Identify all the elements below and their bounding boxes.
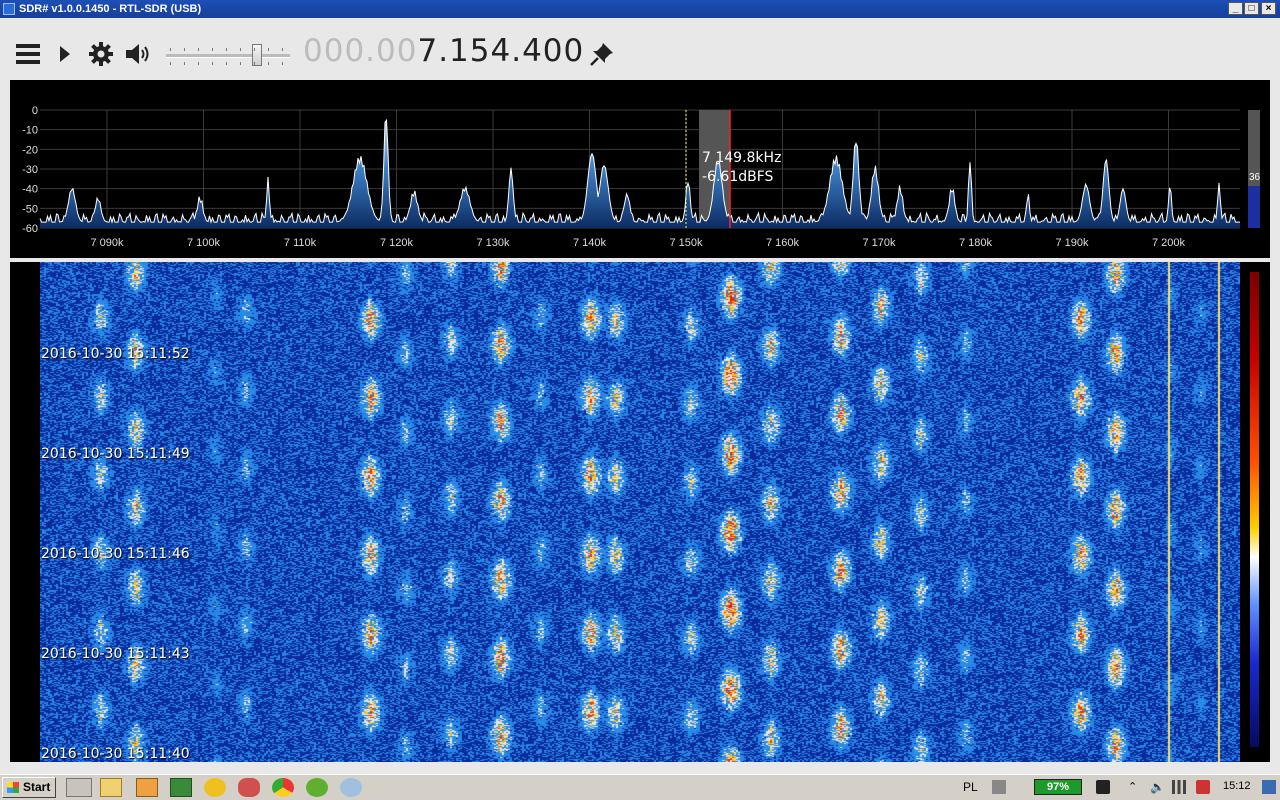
keyboard-icon[interactable] bbox=[992, 780, 1006, 794]
clock-app-icon[interactable] bbox=[204, 778, 226, 797]
waterfall-timestamp: 2016-10-30 15:11:52 bbox=[41, 346, 190, 362]
waterfall-timestamp: 2016-10-30 15:11:46 bbox=[41, 546, 190, 562]
volume-slider[interactable] bbox=[166, 40, 290, 70]
maximize-button[interactable]: □ bbox=[1244, 2, 1259, 15]
power-plug-icon[interactable] bbox=[1096, 780, 1110, 794]
waterfall-panel[interactable]: 2016-10-30 15:11:52 2016-10-30 15:11:49 … bbox=[10, 262, 1270, 762]
app-icon bbox=[3, 3, 15, 15]
x-tick-label: 7 180k bbox=[959, 237, 993, 249]
cursor-readout: 7 149.8kHz -6.61dBFS bbox=[702, 149, 781, 187]
spectrum-panel[interactable]: 0 -10 -20 -30 -40 -50 -60 7 090k 7 100k 7 110k 7 … bbox=[10, 80, 1270, 258]
x-tick-label: 7 200k bbox=[1152, 237, 1186, 249]
sdr-app-icon[interactable] bbox=[340, 778, 362, 797]
show-desktop-icon[interactable] bbox=[66, 778, 92, 797]
gear-icon[interactable] bbox=[88, 41, 114, 67]
window-title: SDR# v1.0.0.1450 - RTL-SDR (USB) bbox=[19, 3, 202, 15]
signal-level-value: 36 bbox=[1249, 172, 1261, 183]
volume-tray-icon[interactable]: 🔈 bbox=[1150, 780, 1165, 794]
play-icon[interactable] bbox=[60, 46, 70, 62]
waterfall-timestamp: 2016-10-30 15:11:43 bbox=[41, 646, 190, 662]
toolbar: 000.007.154.400 bbox=[0, 18, 1280, 80]
waterfall-timestamp: 2016-10-30 15:11:40 bbox=[41, 746, 190, 762]
x-tick-label: 7 150k bbox=[669, 237, 703, 249]
spectrum-trace-fill bbox=[40, 120, 1240, 228]
frequency-dim-digits[interactable]: 000.00 bbox=[303, 33, 417, 69]
x-tick-label: 7 100k bbox=[187, 237, 221, 249]
y-tick-label: -20 bbox=[22, 144, 38, 156]
cursor-frequency: 7 149.8kHz bbox=[702, 150, 782, 166]
waterfall-timestamp: 2016-10-30 15:11:49 bbox=[41, 446, 190, 462]
x-tick-label: 7 170k bbox=[862, 237, 896, 249]
y-tick-label: -10 bbox=[22, 125, 38, 137]
settings-app-icon[interactable] bbox=[306, 778, 328, 797]
folder-icon[interactable] bbox=[100, 778, 122, 797]
pin-icon[interactable] bbox=[589, 41, 615, 67]
waterfall-display[interactable] bbox=[40, 262, 1240, 762]
volume-slider-thumb[interactable] bbox=[251, 44, 262, 66]
x-tick-label: 7 160k bbox=[766, 237, 800, 249]
start-button[interactable]: Start bbox=[2, 777, 56, 798]
network-signal-icon[interactable] bbox=[1172, 780, 1186, 794]
radio-app-icon[interactable] bbox=[238, 778, 260, 797]
y-tick-label: -50 bbox=[22, 203, 38, 215]
minimize-button[interactable]: _ bbox=[1228, 2, 1243, 15]
x-tick-label: 7 190k bbox=[1055, 237, 1089, 249]
title-bar: SDR# v1.0.0.1450 - RTL-SDR (USB) _ □ × bbox=[0, 0, 1280, 18]
color-scale-bar bbox=[1250, 272, 1259, 747]
hamburger-menu-icon[interactable] bbox=[16, 44, 40, 68]
speaker-icon[interactable] bbox=[124, 42, 152, 66]
y-tick-label: -60 bbox=[22, 223, 38, 235]
signal-level-bar[interactable] bbox=[1248, 110, 1260, 228]
battery-indicator[interactable]: 97% bbox=[1034, 779, 1082, 795]
spectrum-trace bbox=[39, 118, 1240, 224]
show-desktop-button[interactable] bbox=[1262, 780, 1276, 794]
app-icon[interactable] bbox=[170, 778, 192, 797]
x-tick-label: 7 110k bbox=[284, 237, 317, 249]
taskbar: Start PL 97% ⌃ 🔈 15:12 bbox=[0, 774, 1280, 800]
y-tick-label: 0 bbox=[32, 105, 38, 117]
x-tick-label: 7 130k bbox=[476, 237, 510, 249]
frequency-digits[interactable]: 7.154.400 bbox=[417, 33, 584, 69]
x-tick-label: 7 090k bbox=[90, 237, 124, 249]
chrome-icon[interactable] bbox=[272, 778, 294, 797]
y-tick-label: -30 bbox=[22, 164, 38, 176]
frequency-display[interactable]: 000.007.154.400 bbox=[303, 33, 584, 69]
x-tick-label: 7 120k bbox=[380, 237, 414, 249]
windows-logo-icon bbox=[7, 782, 19, 793]
start-label: Start bbox=[23, 780, 51, 794]
y-tick-label: -40 bbox=[22, 184, 38, 196]
network-alert-icon[interactable] bbox=[1196, 780, 1210, 794]
close-button[interactable]: × bbox=[1261, 2, 1276, 15]
clock[interactable]: 15:12 bbox=[1223, 780, 1251, 792]
spectrum-plot[interactable]: 0 -10 -20 -30 -40 -50 -60 7 090k 7 100k 7 110k 7 … bbox=[10, 80, 1270, 258]
language-indicator[interactable]: PL bbox=[963, 780, 978, 794]
chevron-up-icon[interactable]: ⌃ bbox=[1128, 780, 1142, 794]
x-tick-label: 7 140k bbox=[573, 237, 607, 249]
media-player-icon[interactable] bbox=[136, 778, 158, 797]
cursor-level: -6.61dBFS bbox=[702, 169, 774, 185]
